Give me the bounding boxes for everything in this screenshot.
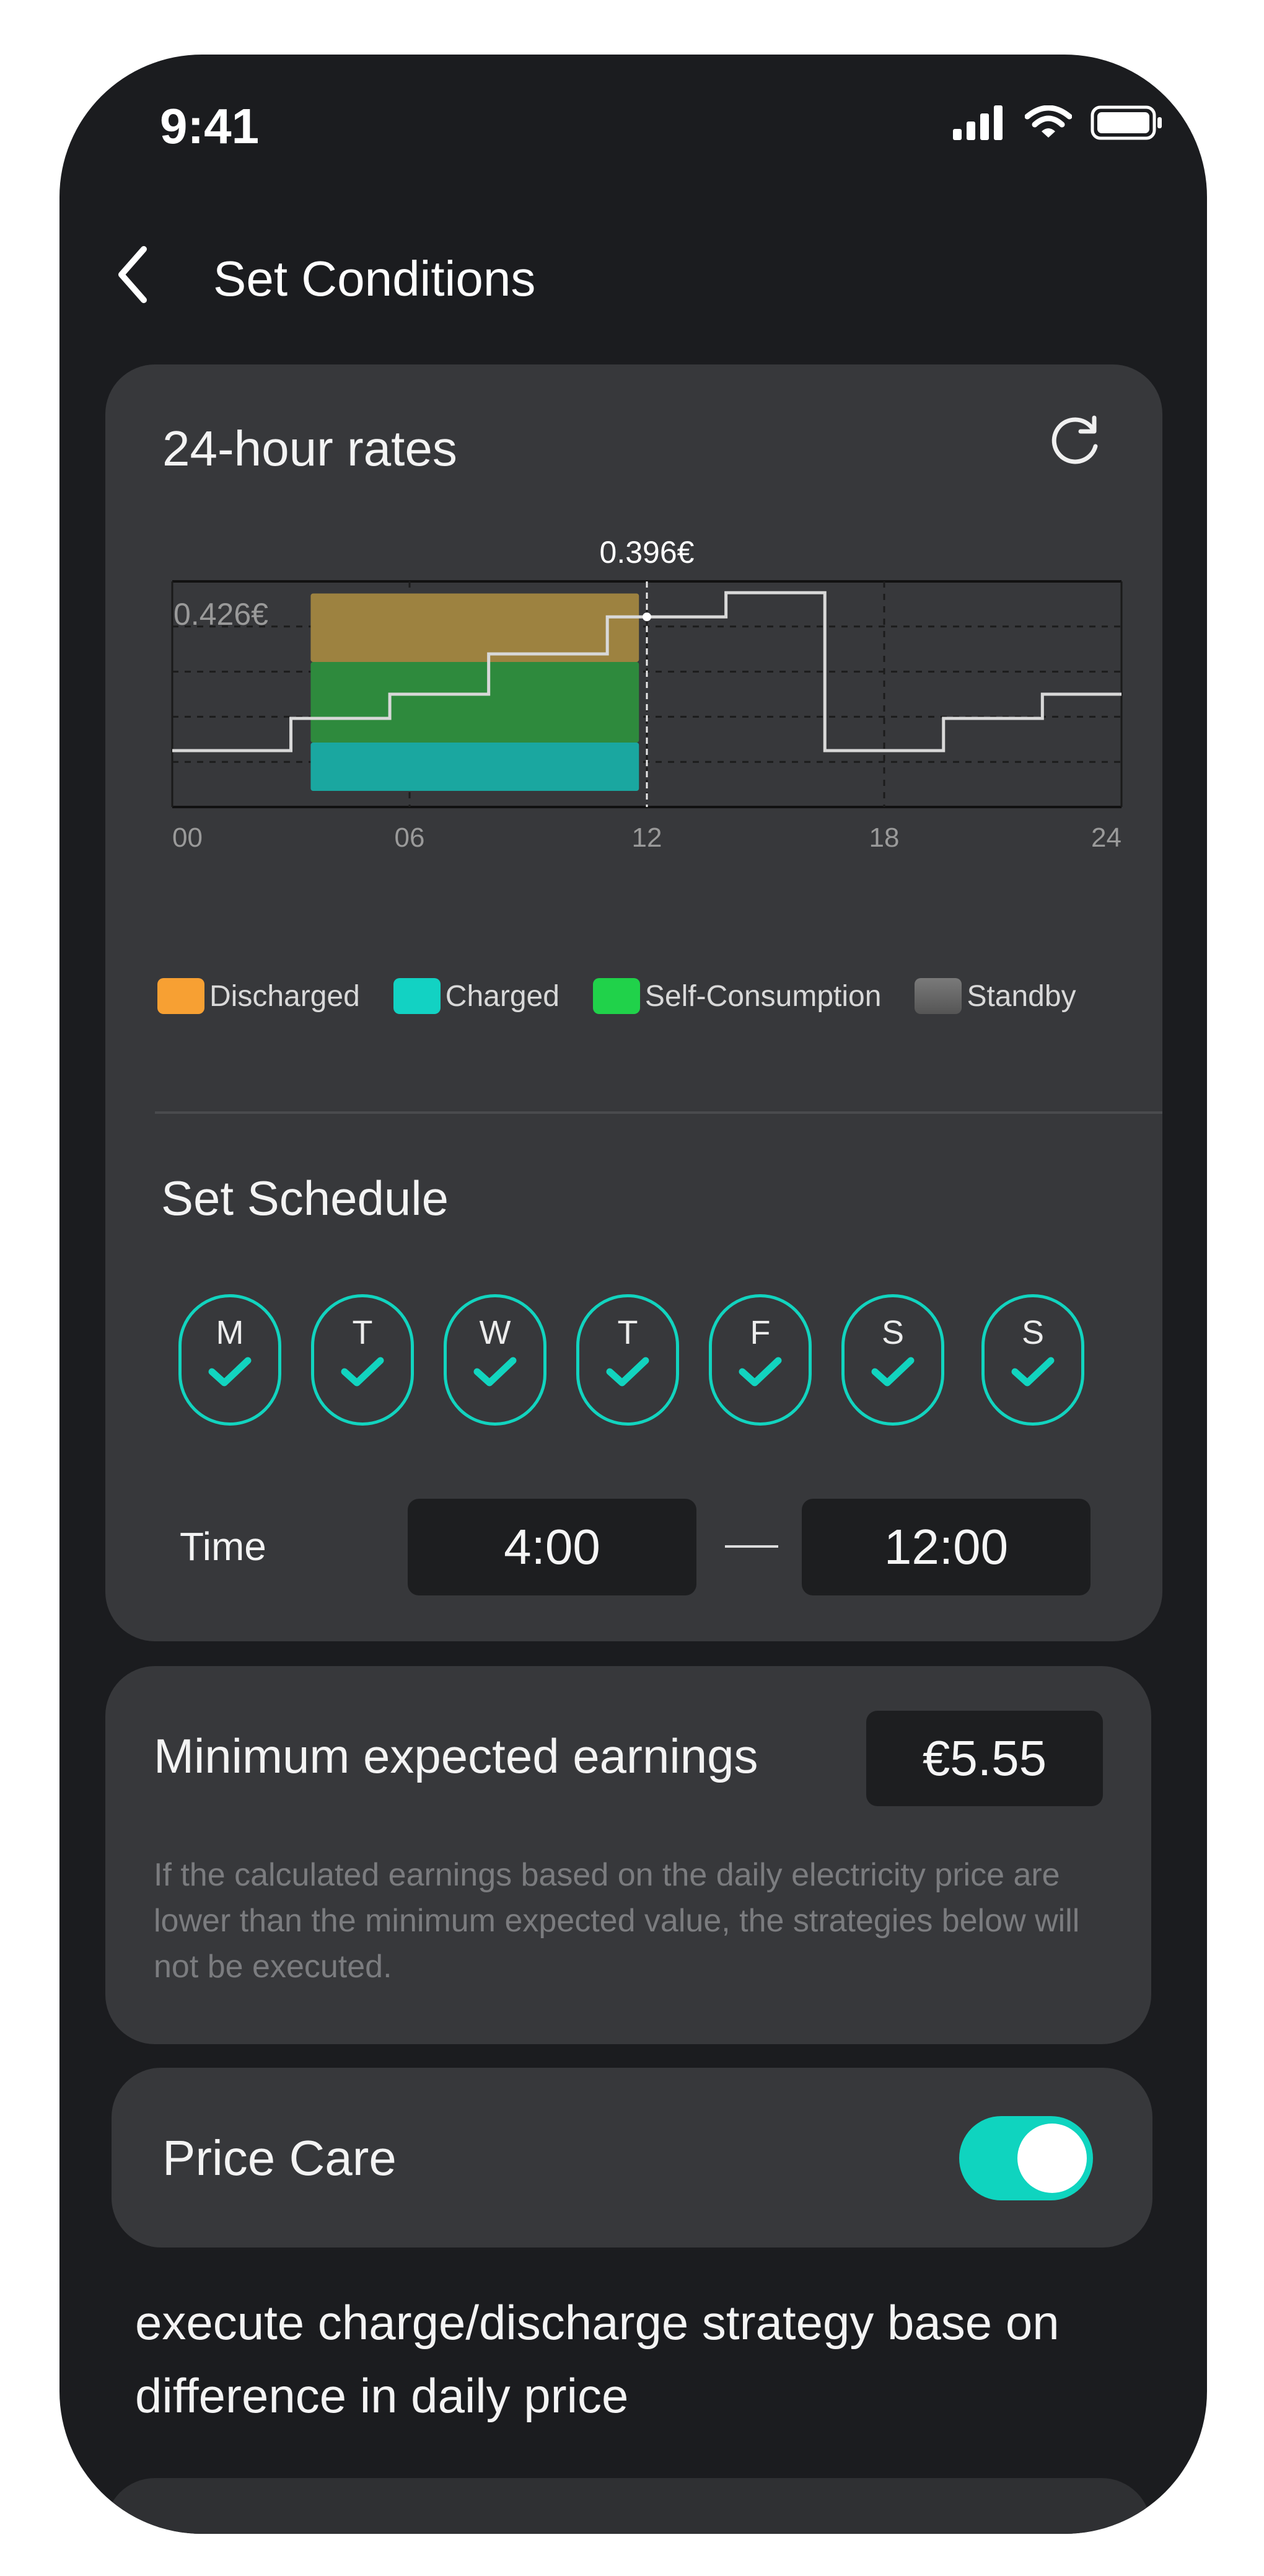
end-time-picker[interactable]: 12:00 <box>802 1499 1091 1595</box>
band-self-consumption <box>310 662 639 743</box>
chart-legend: Discharged Charged Self-Consumption Stan… <box>157 978 1076 1014</box>
phone-screen: 9:41 Set Conditions 24-hour rates 0.396€… <box>59 55 1207 2534</box>
legend-item-discharged: Discharged <box>157 978 360 1014</box>
price-care-toggle[interactable] <box>959 2116 1093 2200</box>
day-letter: T <box>352 1314 373 1351</box>
day-toggle-tuesday[interactable]: T <box>311 1294 414 1426</box>
toggle-knob <box>1017 2124 1087 2193</box>
x-tick-label: 06 <box>395 823 425 848</box>
band-charged <box>310 743 639 791</box>
rates-chart: 0.396€ 0.426€ 00 06 12 18 24 <box>171 535 1123 848</box>
section-divider <box>155 1111 1162 1114</box>
time-label: Time <box>180 1524 266 1569</box>
legend-label: Self-Consumption <box>644 979 882 1013</box>
wifi-icon <box>1025 105 1072 138</box>
cursor-value-label: 0.396€ <box>600 535 695 570</box>
max-value-label: 0.426€ <box>173 597 268 632</box>
earnings-value-input[interactable]: €5.55 <box>866 1711 1103 1806</box>
earnings-title: Minimum expected earnings <box>154 1729 758 1783</box>
status-icons <box>953 105 1164 140</box>
day-letter: S <box>1021 1314 1045 1351</box>
navigation-header: Set Conditions <box>59 216 1207 315</box>
x-tick-label: 00 <box>172 823 203 848</box>
legend-item-self-consumption: Self-Consumption <box>592 978 882 1014</box>
legend-swatch <box>157 978 204 1014</box>
back-chevron-icon[interactable] <box>109 240 159 309</box>
cursor-dot <box>643 612 651 622</box>
time-range-dash <box>725 1545 778 1548</box>
legend-swatch <box>915 978 962 1014</box>
day-letter: W <box>479 1314 511 1351</box>
legend-item-standby: Standby <box>915 978 1076 1014</box>
earnings-note: If the calculated earnings based on the … <box>154 1857 1080 1985</box>
check-icon <box>1011 1357 1055 1387</box>
check-icon <box>739 1357 782 1387</box>
next-card <box>105 2478 1151 2534</box>
day-toggle-sunday[interactable]: S <box>981 1294 1084 1426</box>
price-care-description: execute charge/discharge strategy base o… <box>135 2295 1060 2423</box>
check-icon <box>341 1357 384 1387</box>
check-icon <box>208 1357 252 1387</box>
x-tick-label: 12 <box>632 823 662 848</box>
status-time: 9:41 <box>160 99 260 154</box>
schedule-title: Set Schedule <box>161 1171 449 1225</box>
status-bar: 9:41 <box>59 55 1207 203</box>
price-care-card: Price Care <box>112 2068 1152 2247</box>
start-time-picker[interactable]: 4:00 <box>408 1499 696 1595</box>
legend-swatch <box>393 978 441 1014</box>
legend-item-charged: Charged <box>393 978 560 1014</box>
day-letter: F <box>750 1314 771 1351</box>
weekday-selector: M T W T F S S <box>178 1294 1108 1431</box>
legend-swatch <box>592 978 640 1014</box>
legend-label: Standby <box>967 979 1076 1013</box>
band-discharged <box>310 593 639 662</box>
check-icon <box>871 1357 915 1387</box>
check-icon <box>606 1357 649 1387</box>
day-toggle-friday[interactable]: F <box>709 1294 812 1426</box>
day-toggle-thursday[interactable]: T <box>576 1294 679 1426</box>
check-icon <box>473 1357 517 1387</box>
refresh-icon[interactable] <box>1047 414 1103 470</box>
legend-label: Charged <box>445 979 560 1013</box>
battery-icon <box>1091 105 1162 140</box>
x-tick-label: 24 <box>1091 823 1121 848</box>
legend-label: Discharged <box>209 979 360 1013</box>
earnings-card: Minimum expected earnings €5.55 If the c… <box>105 1666 1151 2044</box>
day-toggle-saturday[interactable]: S <box>841 1294 944 1426</box>
day-letter: M <box>216 1314 244 1351</box>
rates-schedule-card: 24-hour rates 0.396€ 0.426€ 00 06 12 18 24 D… <box>105 364 1162 1641</box>
signal-icon <box>953 105 1003 140</box>
price-care-title: Price Care <box>162 2130 397 2186</box>
day-letter: T <box>617 1314 638 1351</box>
rates-title: 24-hour rates <box>162 421 457 476</box>
day-toggle-monday[interactable]: M <box>178 1294 281 1426</box>
x-tick-label: 18 <box>869 823 900 848</box>
day-letter: S <box>881 1314 905 1351</box>
day-toggle-wednesday[interactable]: W <box>444 1294 546 1426</box>
page-title: Set Conditions <box>213 251 536 306</box>
